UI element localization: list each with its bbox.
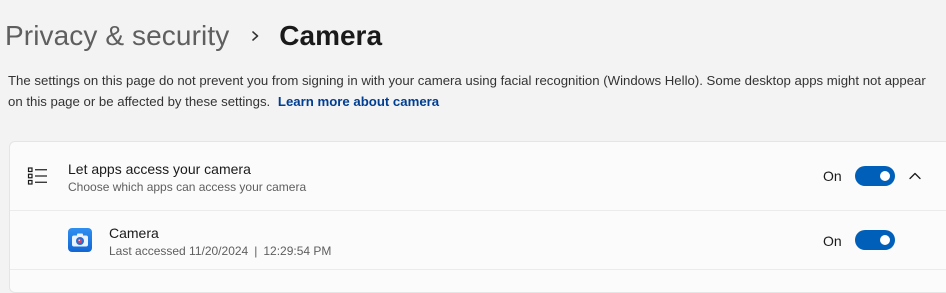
app-access-subtitle: Choose which apps can access your camera	[68, 180, 307, 194]
last-accessed-time: 12:29:54 PM	[263, 244, 332, 258]
camera-settings-card: Let apps access your camera Choose which…	[9, 141, 946, 293]
app-access-state-label: On	[823, 168, 842, 184]
app-state-label: On	[823, 233, 842, 249]
app-access-title: Let apps access your camera	[68, 161, 251, 177]
app-access-toggle[interactable]	[855, 166, 895, 186]
camera-app-toggle[interactable]	[855, 230, 895, 250]
page-description: The settings on this page do not prevent…	[8, 70, 944, 112]
list-item: Camera Last accessed 11/20/2024 | 12:29:54…	[10, 211, 946, 270]
breadcrumb: Privacy & security Camera	[5, 16, 382, 56]
app-name: Camera	[109, 225, 159, 241]
description-text: The settings on this page do not prevent…	[8, 73, 926, 109]
chevron-up-icon[interactable]	[908, 169, 922, 181]
chevron-right-icon	[243, 22, 269, 50]
toggle-knob	[880, 171, 890, 181]
app-last-accessed: Last accessed 11/20/2024 | 12:29:54 PM	[109, 244, 332, 258]
learn-more-link[interactable]: Learn more about camera	[278, 94, 439, 109]
last-accessed-date: Last accessed 11/20/2024	[109, 244, 249, 258]
page-title: Camera	[279, 20, 383, 51]
app-access-row[interactable]: Let apps access your camera Choose which…	[10, 142, 946, 211]
camera-app-icon	[68, 228, 92, 252]
list-icon	[27, 166, 49, 186]
toggle-knob	[880, 235, 890, 245]
breadcrumb-parent[interactable]: Privacy & security	[5, 20, 229, 52]
